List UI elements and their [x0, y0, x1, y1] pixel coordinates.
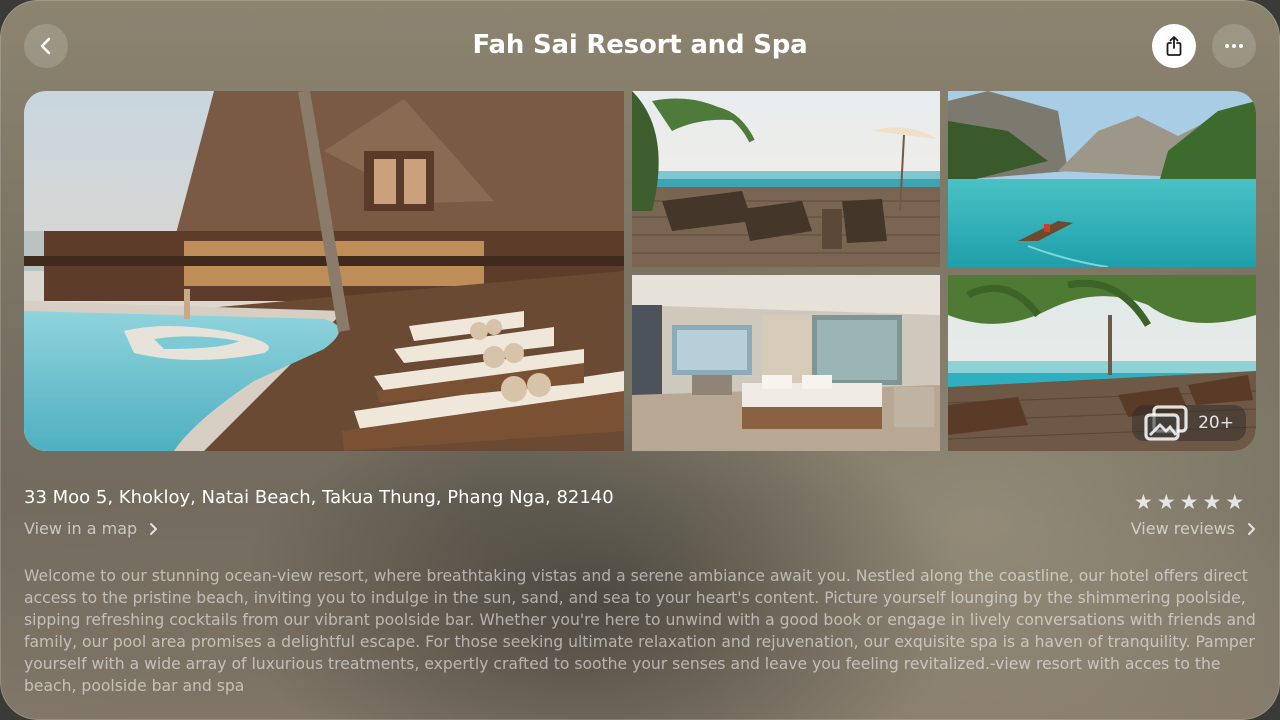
- more-photos-count: 20+: [1198, 413, 1234, 433]
- more-photos-badge[interactable]: 20+: [1132, 405, 1246, 441]
- mountain-lake-image: [948, 91, 1256, 267]
- chevron-right-icon: [150, 522, 158, 535]
- star-icon: ★: [1202, 490, 1222, 514]
- hotel-detail-window: Fah Sai Resort and Spa 20+ 33 Moo 5, Kho…: [0, 0, 1280, 720]
- view-reviews-link[interactable]: View reviews: [1131, 519, 1256, 538]
- more-options-button[interactable]: [1212, 24, 1256, 68]
- view-reviews-label: View reviews: [1130, 519, 1235, 538]
- chevron-right-icon: [1248, 522, 1255, 535]
- photo-stack-icon: [1144, 405, 1188, 441]
- bedroom-image: [632, 275, 940, 451]
- deck-sunbeds-image: [632, 91, 940, 267]
- gallery-photo-2[interactable]: [632, 91, 940, 267]
- view-map-link[interactable]: View in a map: [24, 519, 158, 538]
- gallery-photo-3[interactable]: [948, 91, 1256, 267]
- star-icon: ★: [1156, 490, 1176, 514]
- gallery-photo-4[interactable]: [632, 275, 940, 451]
- ellipsis-icon: [1225, 44, 1243, 48]
- resort-pool-image: [24, 91, 624, 451]
- star-icon: ★: [1225, 490, 1245, 514]
- hotel-address: 33 Moo 5, Khokloy, Natai Beach, Takua Th…: [24, 487, 614, 508]
- page-title: Fah Sai Resort and Spa: [472, 30, 808, 60]
- chevron-left-icon: [40, 37, 51, 55]
- share-button[interactable]: [1152, 24, 1196, 68]
- view-map-label: View in a map: [24, 519, 138, 538]
- star-icon: ★: [1179, 490, 1199, 514]
- star-icon: ★: [1134, 490, 1153, 514]
- gallery-photo-5[interactable]: 20+: [948, 275, 1256, 451]
- hotel-description: Welcome to our stunning ocean-view resor…: [24, 567, 1256, 695]
- gallery-photo-main[interactable]: [24, 91, 624, 451]
- back-button[interactable]: [24, 24, 68, 68]
- share-icon: [1166, 36, 1182, 56]
- rating-stars: ★ ★ ★ ★ ★: [1134, 490, 1244, 514]
